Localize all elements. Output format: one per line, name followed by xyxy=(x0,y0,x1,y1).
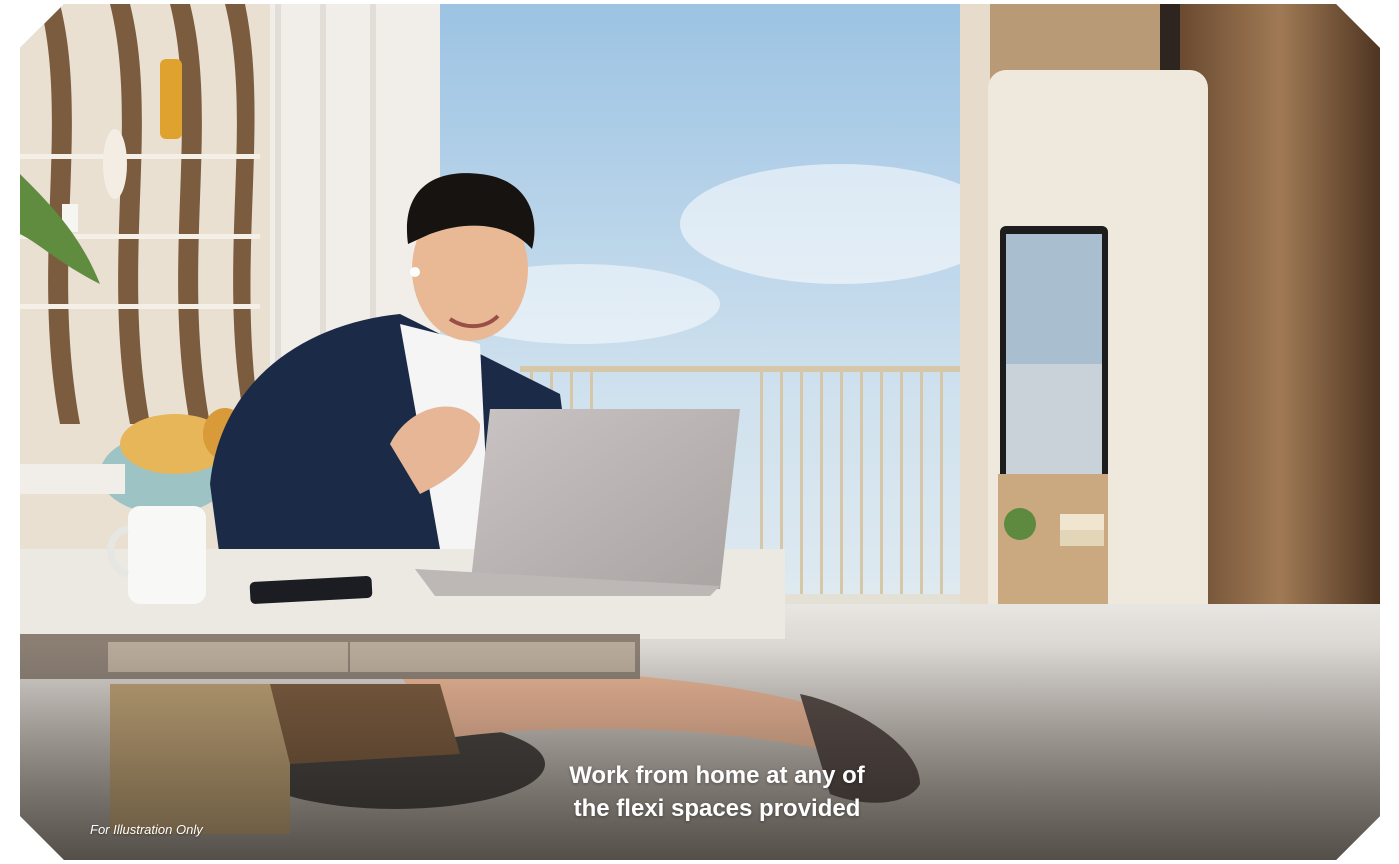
illustration-disclaimer: For Illustration Only xyxy=(90,822,203,837)
laptop xyxy=(470,409,740,589)
caption: Work from home at any of the flexi space… xyxy=(517,759,917,825)
balcony-railing xyxy=(520,366,960,372)
caption-line-1: Work from home at any of xyxy=(569,762,865,789)
home-office-scene xyxy=(20,4,1380,860)
caption-line-2: the flexi spaces provided xyxy=(573,795,861,822)
earbud xyxy=(410,267,420,277)
hero-photo: Work from home at any of the flexi space… xyxy=(20,4,1380,860)
mug xyxy=(128,506,206,604)
